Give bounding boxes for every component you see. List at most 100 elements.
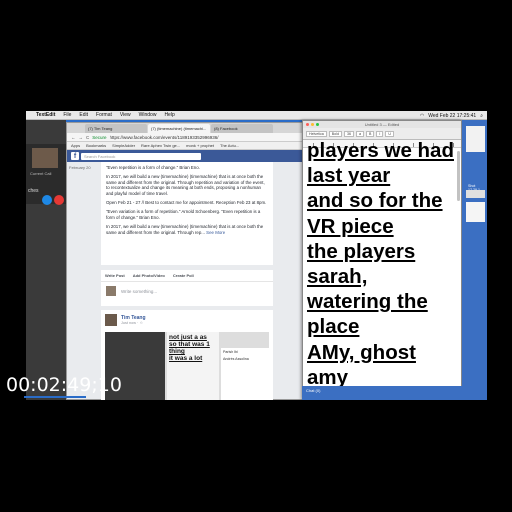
call-video-thumbnail xyxy=(32,148,58,168)
bookmark-bookmarks[interactable]: Bookmarks xyxy=(86,143,106,148)
textedit-titlebar[interactable]: Untitled 3 — Edited xyxy=(303,121,461,128)
feed-post-image[interactable]: not just a as so that was 1 thing it was… xyxy=(105,332,269,400)
compose-input[interactable]: Write something... xyxy=(101,282,273,296)
post-paragraph: "Even variation is a form of repetition.… xyxy=(106,209,261,220)
end-call-button[interactable] xyxy=(54,195,64,205)
call-panel: Current Call ches xyxy=(26,144,66,205)
post-paragraph-text: In 2017, we will build a new (timemachin… xyxy=(106,224,264,235)
feed-image-text-line: so that was 1 xyxy=(169,341,210,348)
document-line: last year xyxy=(307,164,391,188)
add-photo-tab[interactable]: Add Photo/Video xyxy=(133,273,165,278)
event-description-card: "Even repetition is a form of change." B… xyxy=(101,162,273,265)
font-family-select[interactable]: Helvetica xyxy=(306,130,327,137)
feed-image-chat-row: Parish Ibi xyxy=(223,350,238,354)
bookmark-monk-prophet[interactable]: monk + prophet xyxy=(186,143,214,148)
bookmark-simpleadder[interactable]: SimpleAdder xyxy=(112,143,135,148)
textedit-title: Untitled 3 — Edited xyxy=(364,122,400,127)
browser-tab-tim-teang[interactable]: (7) Tim Teang xyxy=(85,124,147,133)
compose-placeholder: Write something... xyxy=(121,289,158,294)
desktop-left-strip: Current Call ches xyxy=(26,120,66,400)
document-line: the players xyxy=(307,239,416,263)
call-info-button[interactable] xyxy=(42,195,52,205)
video-timecode: 00:02:49;10 xyxy=(6,374,122,396)
see-more-link[interactable]: See More xyxy=(206,230,225,235)
underline-button[interactable]: U xyxy=(385,130,394,137)
facebook-logo[interactable]: f xyxy=(71,152,79,160)
compose-actions: Write Post Add Photo/Video Create Poll xyxy=(101,270,273,282)
browser-tab-strip: (7) Tim Teang (7) (timemachine) (timemac… xyxy=(67,123,303,133)
feed-image-text-line: thing xyxy=(169,348,185,355)
feed-timestamp[interactable]: Just now · ☺ xyxy=(121,321,143,325)
post-paragraph: "Even repetition is a form of change." B… xyxy=(106,165,200,170)
back-icon[interactable]: ← xyxy=(71,135,76,140)
browser-window: (7) Tim Teang (7) (timemachine) (timemac… xyxy=(66,122,304,400)
post-paragraph: In 2017, we will build a new (timemachin… xyxy=(106,174,265,196)
reload-icon[interactable]: C xyxy=(86,135,89,140)
menu-file[interactable]: File xyxy=(63,112,71,118)
url-text[interactable]: https://www.facebook.com/events/11891933… xyxy=(110,135,219,140)
italic-button[interactable]: I xyxy=(376,130,384,137)
facebook-header: f Search Facebook xyxy=(67,150,303,162)
menu-view[interactable]: View xyxy=(120,112,131,118)
menu-app-name[interactable]: TextEdit xyxy=(36,112,55,118)
feed-image-text-line: not just a as xyxy=(169,334,207,341)
document-line: AMy, ghost xyxy=(307,340,416,364)
textedit-window: Untitled 3 — Edited Helvetica Bold 36 a … xyxy=(302,120,462,400)
font-style-select[interactable]: Bold xyxy=(328,130,342,137)
textedit-scrollbar[interactable] xyxy=(457,151,460,201)
menu-format[interactable]: Format xyxy=(96,112,112,118)
search-icon[interactable]: ⌕ xyxy=(480,113,483,119)
address-bar[interactable]: ← → C Secure https://www.facebook.com/ev… xyxy=(67,133,303,142)
desktop-file-thumbnail[interactable] xyxy=(466,126,485,152)
bookmark-rare-aphex[interactable]: Rare Aphex Twin ge... xyxy=(141,143,180,148)
feed-image-chat-panel: Parish Ibi Andrés Assolina xyxy=(221,348,269,400)
document-line: watering the xyxy=(307,290,428,314)
facebook-search-input[interactable]: Search Facebook xyxy=(81,152,201,160)
feed-image-text-panel: not just a as so that was 1 thing it was… xyxy=(167,332,219,400)
feed-image-text-line: it was a lot xyxy=(169,355,203,362)
chat-label[interactable]: Chat (0) xyxy=(306,388,320,393)
desktop-file-thumbnail[interactable] xyxy=(466,202,485,222)
textedit-document-body[interactable]: players we had last year and so for the … xyxy=(307,138,461,390)
mac-menubar: TextEdit File Edit Format View Window He… xyxy=(26,111,487,120)
desktop-right-strip: Shot 17.29.1 xyxy=(462,120,487,400)
avatar xyxy=(106,286,116,296)
menu-help[interactable]: Help xyxy=(164,112,174,118)
create-poll-tab[interactable]: Create Poll xyxy=(173,273,194,278)
facebook-feed: "Even repetition is a form of change." B… xyxy=(101,162,273,400)
text-color-button[interactable]: a xyxy=(355,130,364,137)
document-line: players we had xyxy=(307,139,454,162)
feed-image-chat-row: Andrés Assolina xyxy=(223,357,249,361)
timecode-underline xyxy=(24,396,86,398)
post-paragraph: Open Feb 21 - 27 // Best to contact me f… xyxy=(106,200,267,206)
call-side-text: ches xyxy=(28,188,39,194)
bold-button[interactable]: B xyxy=(365,130,375,137)
post-paragraph: In 2017, we will build a new (timemachin… xyxy=(106,224,268,235)
bookmarks-bar: Apps Bookmarks SimpleAdder Rare Aphex Tw… xyxy=(67,142,303,150)
minimize-icon[interactable] xyxy=(311,123,314,126)
avatar[interactable] xyxy=(105,314,117,326)
write-post-tab[interactable]: Write Post xyxy=(105,273,125,278)
menu-edit[interactable]: Edit xyxy=(79,112,88,118)
menubar-status-area: ◠ Wed Feb 22 17:25:41 ⌕ xyxy=(416,111,483,120)
close-icon[interactable] xyxy=(306,123,309,126)
menu-window[interactable]: Window xyxy=(139,112,157,118)
document-line: VR piece xyxy=(307,214,394,238)
zoom-icon[interactable] xyxy=(316,123,319,126)
browser-tab-timemachine[interactable]: (7) (timemachine) (timemachi... xyxy=(148,124,210,133)
secure-label: Secure xyxy=(92,134,107,140)
document-line: sarah, xyxy=(307,265,368,289)
browser-tab-facebook[interactable]: (8) Facebook xyxy=(211,124,273,133)
forward-icon[interactable]: → xyxy=(79,135,84,140)
compose-card: Write Post Add Photo/Video Create Poll W… xyxy=(101,270,273,306)
bookmark-the-actu[interactable]: The Actu... xyxy=(220,143,239,148)
bookmark-apps[interactable]: Apps xyxy=(71,143,80,148)
event-date-label: February 20 xyxy=(69,165,91,170)
call-label: Current Call xyxy=(30,171,52,176)
screen-recording-frame: TextEdit File Edit Format View Window He… xyxy=(26,111,487,400)
menubar-clock[interactable]: Wed Feb 22 17:25:41 xyxy=(428,113,476,119)
wifi-icon[interactable]: ◠ xyxy=(420,113,424,119)
font-size-select[interactable]: 36 xyxy=(343,130,354,137)
feed-post-card: Tim Teang Just now · ☺ not just a as so … xyxy=(101,310,273,400)
desktop-file-thumbnail[interactable] xyxy=(466,190,485,198)
